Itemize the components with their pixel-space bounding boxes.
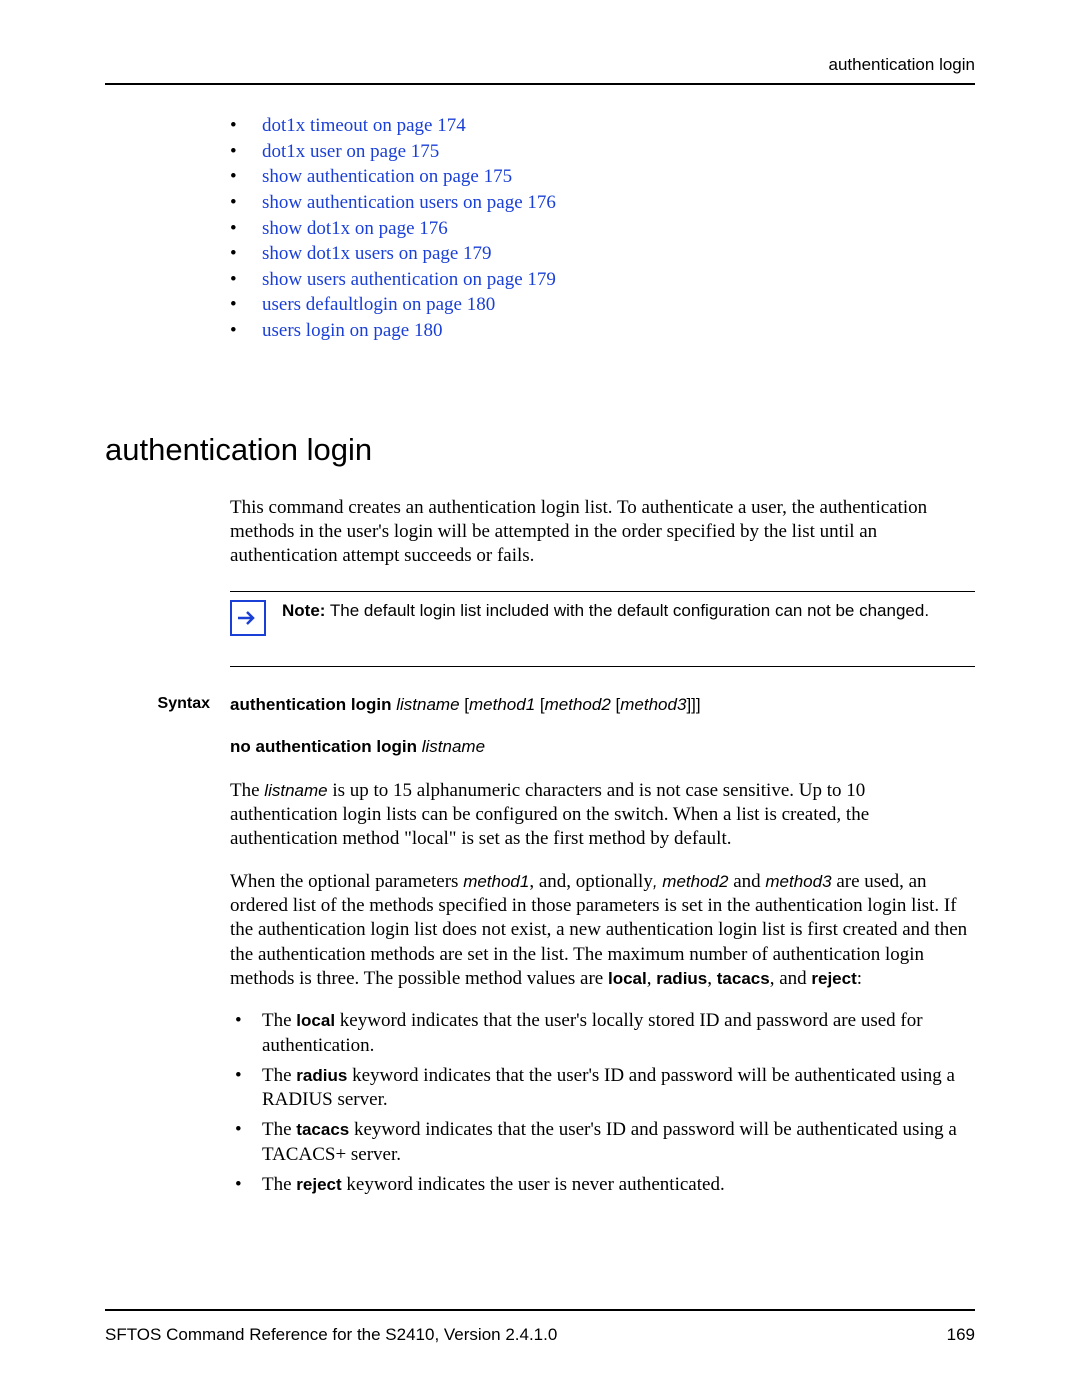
section-title: authentication login	[105, 432, 975, 468]
param-listname: listname	[264, 781, 327, 800]
syntax-bracket: [	[611, 695, 620, 714]
text: When the optional parameters	[230, 871, 463, 892]
note-body: The default login list included with the…	[325, 601, 929, 620]
text: The	[230, 780, 264, 801]
text: keyword indicates that the user's ID and…	[262, 1065, 955, 1110]
syntax-command: no authentication login	[230, 737, 417, 756]
keyword: tacacs	[296, 1120, 349, 1139]
text: The	[262, 1065, 296, 1086]
toc-link[interactable]: show authentication users on page 176	[262, 192, 556, 213]
syntax-param: listname	[396, 695, 459, 714]
header-rule	[105, 83, 975, 85]
syntax-bracket: ]]]	[686, 695, 700, 714]
page-header-right: authentication login	[105, 55, 975, 75]
keyword-reject: reject	[811, 969, 856, 988]
footer-rule	[105, 1309, 975, 1311]
keyword-local: local	[608, 969, 647, 988]
text: keyword indicates that the user's locall…	[262, 1010, 923, 1055]
note-bottom-rule	[230, 666, 975, 667]
param-method2: , method2	[653, 872, 729, 891]
section-body: This command creates an authentication l…	[230, 496, 975, 667]
text: ,	[647, 968, 657, 989]
footer-doc-title: SFTOS Command Reference for the S2410, V…	[105, 1325, 557, 1345]
text: keyword indicates that the user's ID and…	[262, 1119, 957, 1164]
syntax-param: method1	[469, 695, 535, 714]
text: keyword indicates the user is never auth…	[342, 1174, 725, 1195]
toc-link[interactable]: show dot1x users on page 179	[262, 243, 492, 264]
text: ,	[707, 968, 717, 989]
syntax-no-form: no authentication login listname	[230, 737, 701, 757]
syntax-command: authentication login	[230, 695, 392, 714]
keyword: local	[296, 1011, 335, 1030]
toc-link[interactable]: dot1x user on page 175	[262, 141, 439, 162]
note-arrow-icon	[230, 600, 266, 636]
toc-link[interactable]: show authentication on page 175	[262, 166, 512, 187]
syntax-row: Syntax authentication login listname [me…	[105, 695, 975, 757]
intro-paragraph: This command creates an authentication l…	[230, 496, 975, 569]
method-item-radius: The radius keyword indicates that the us…	[230, 1064, 975, 1113]
param-method1: method1	[463, 872, 529, 891]
toc-link[interactable]: show dot1x on page 176	[262, 218, 448, 239]
syntax-label: Syntax	[105, 695, 230, 713]
syntax-param: listname	[422, 737, 485, 756]
listname-paragraph: The listname is up to 15 alphanumeric ch…	[230, 779, 975, 852]
syntax-body: authentication login listname [method1 […	[230, 695, 701, 757]
text: , and	[770, 968, 812, 989]
text: The	[262, 1010, 296, 1031]
keyword: radius	[296, 1066, 347, 1085]
keyword-tacacs: tacacs	[717, 969, 770, 988]
text: The	[262, 1174, 296, 1195]
note-block: Note: The default login list included wi…	[230, 592, 975, 644]
method-item-tacacs: The tacacs keyword indicates that the us…	[230, 1118, 975, 1167]
syntax-param: method2	[545, 695, 611, 714]
method-list: The local keyword indicates that the use…	[230, 1009, 975, 1197]
toc-link[interactable]: users defaultlogin on page 180	[262, 294, 495, 315]
toc-link-list: dot1x timeout on page 174 dot1x user on …	[230, 113, 975, 344]
keyword-radius: radius	[656, 969, 707, 988]
toc-link[interactable]: dot1x timeout on page 174	[262, 115, 466, 136]
text: The	[262, 1119, 296, 1140]
method-item-local: The local keyword indicates that the use…	[230, 1009, 975, 1058]
note-label: Note:	[282, 601, 325, 620]
text: and	[728, 871, 765, 892]
syntax-param: method3	[620, 695, 686, 714]
text: :	[857, 968, 862, 989]
footer-page-number: 169	[947, 1325, 975, 1345]
param-method3: method3	[765, 872, 831, 891]
syntax-bracket: [	[535, 695, 544, 714]
keyword: reject	[296, 1175, 341, 1194]
text: , and, optionally	[529, 871, 652, 892]
page-footer: SFTOS Command Reference for the S2410, V…	[105, 1309, 975, 1345]
page: authentication login dot1x timeout on pa…	[0, 0, 1080, 1397]
toc-link[interactable]: show users authentication on page 179	[262, 269, 556, 290]
note-text: Note: The default login list included wi…	[282, 600, 929, 623]
methods-paragraph: When the optional parameters method1, an…	[230, 870, 975, 992]
toc-link[interactable]: users login on page 180	[262, 320, 442, 341]
description-body: The listname is up to 15 alphanumeric ch…	[230, 779, 975, 1198]
method-item-reject: The reject keyword indicates the user is…	[230, 1173, 975, 1197]
